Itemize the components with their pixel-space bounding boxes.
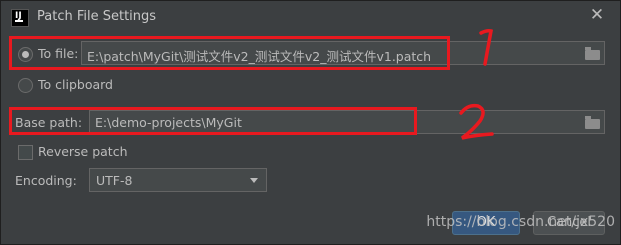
handwritten-number-2 [459,103,494,140]
handwritten-annotations [459,29,494,140]
source-watermark: https://blog.csdn.net/jx520 [426,214,615,230]
handwritten-number-1 [479,29,494,66]
